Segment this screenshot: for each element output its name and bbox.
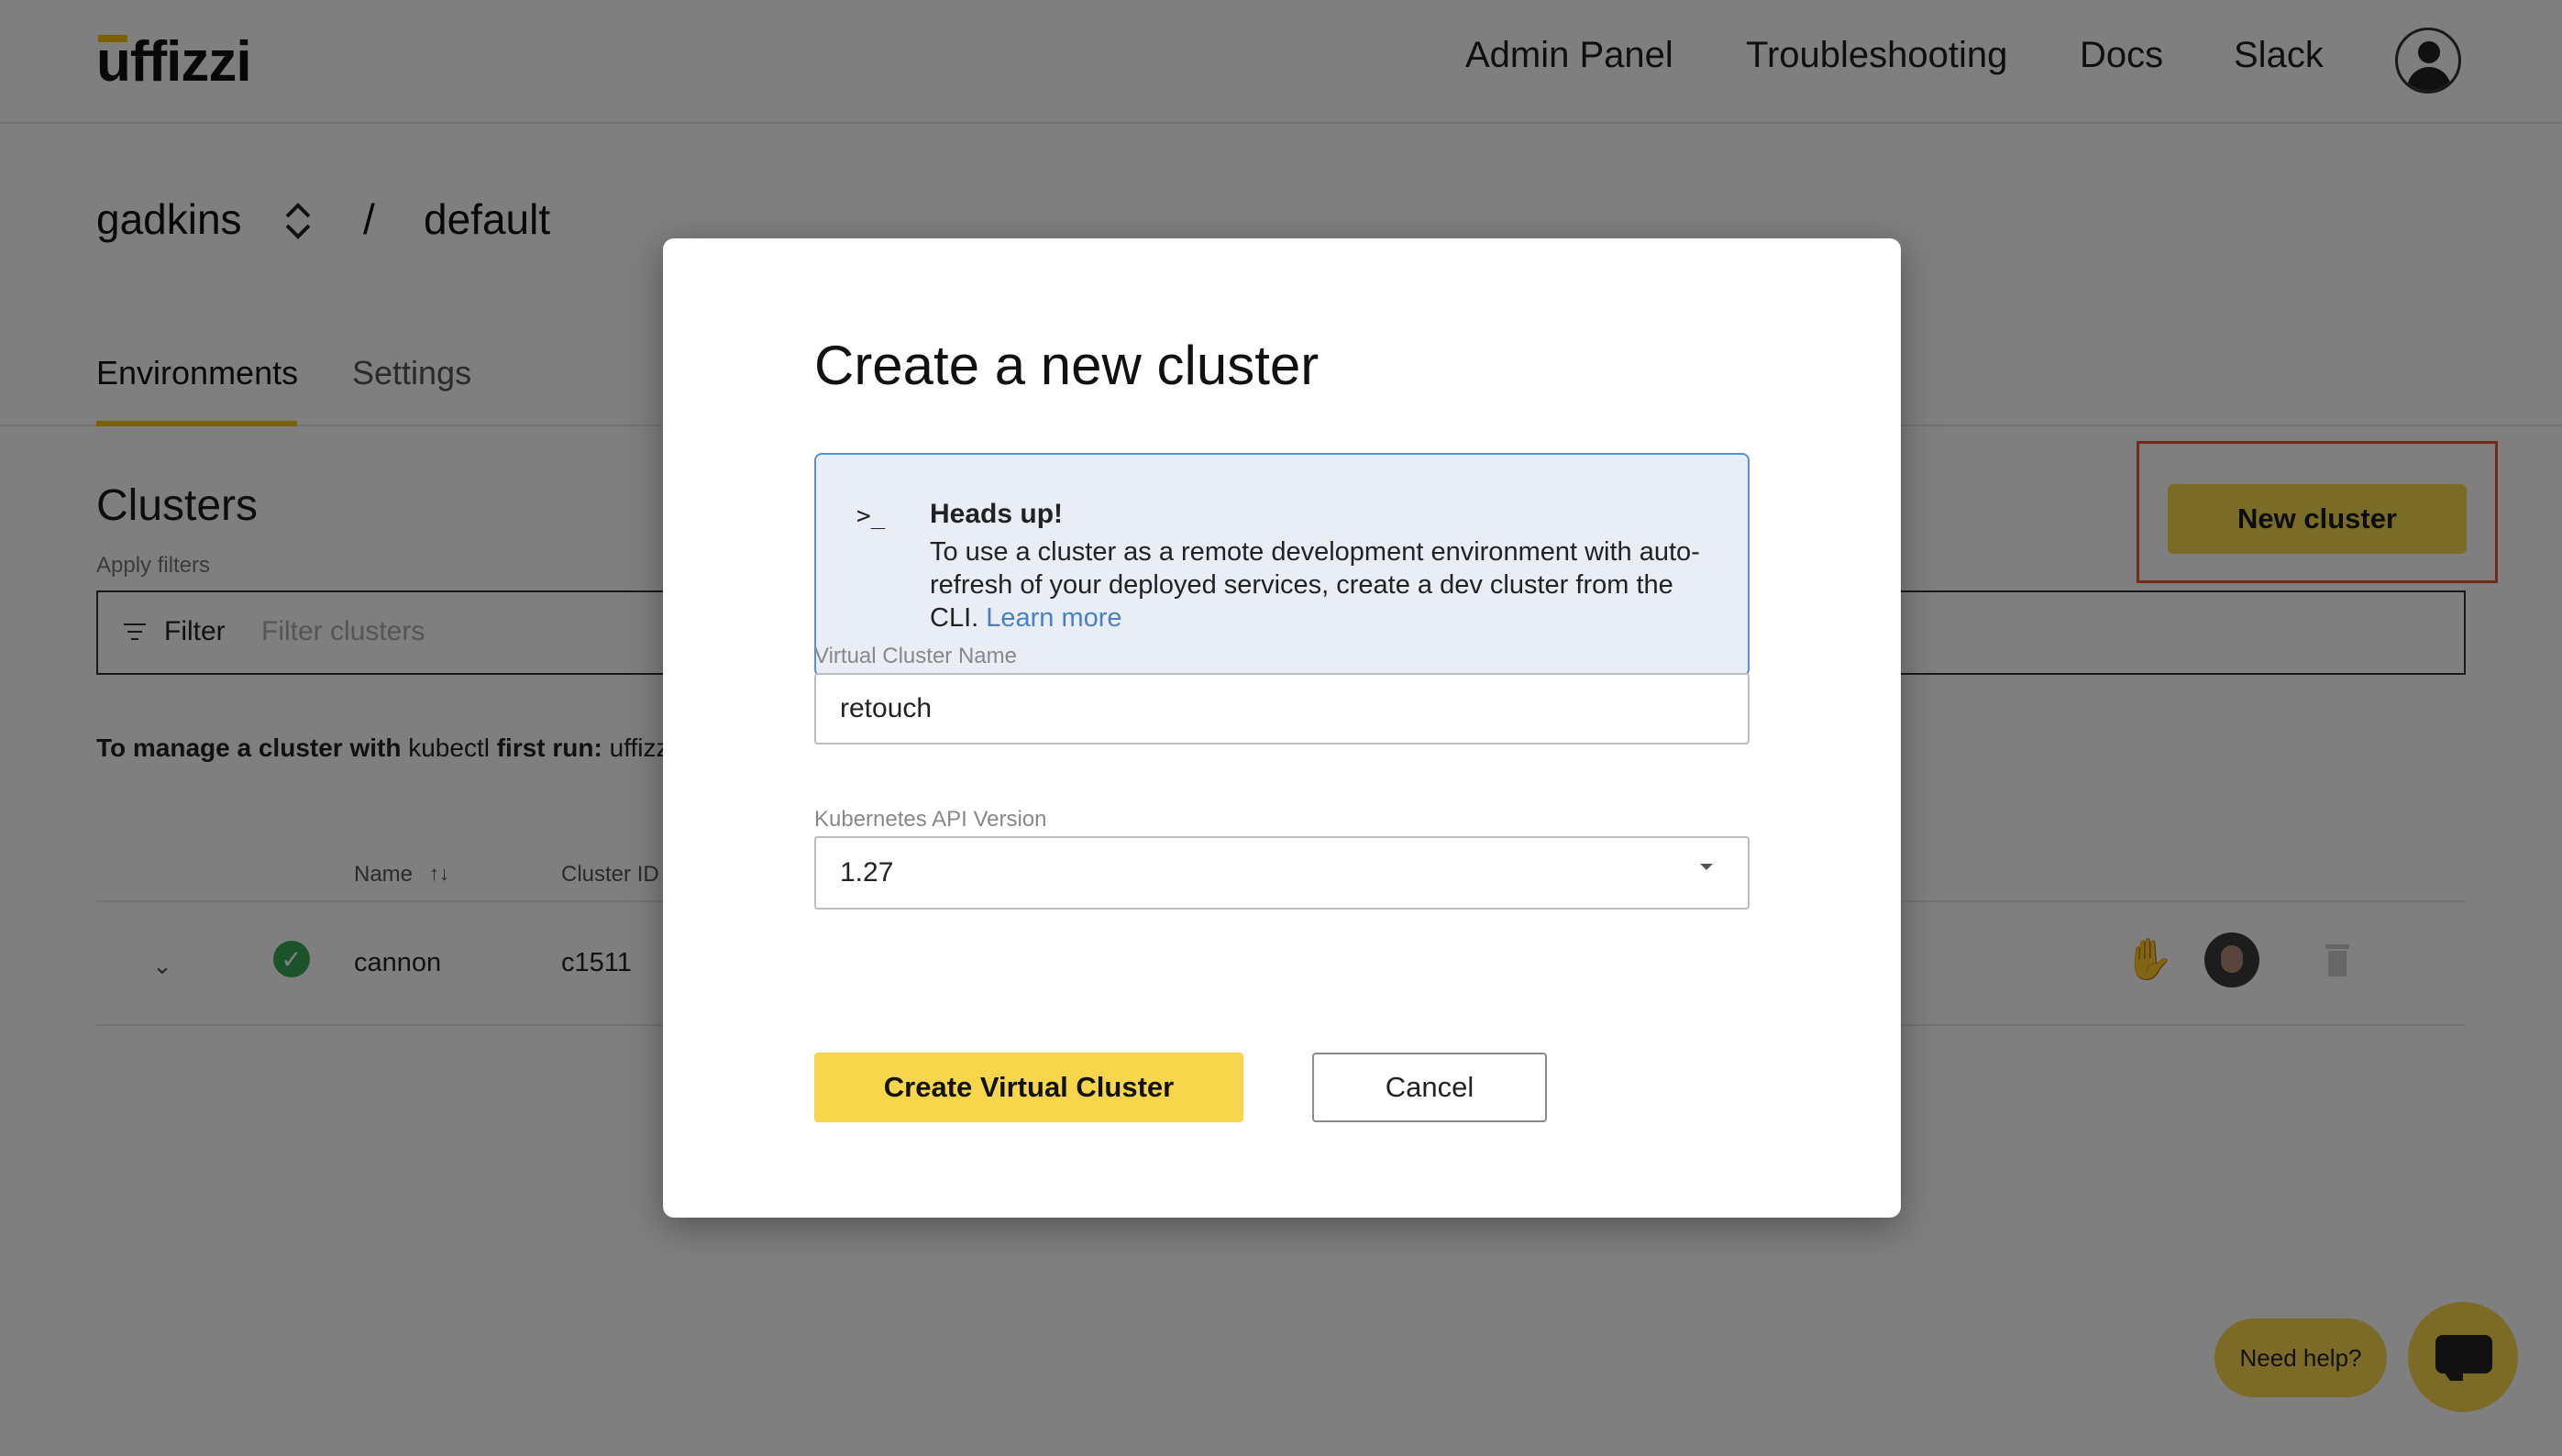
cluster-name-input[interactable]: retouch [814, 673, 1750, 745]
learn-more-link[interactable]: Learn more [986, 603, 1121, 633]
create-cluster-modal: Create a new cluster >_ Heads up! To use… [663, 238, 1901, 1218]
cluster-name-value: retouch [840, 693, 933, 723]
cluster-name-label: Virtual Cluster Name [814, 644, 1017, 668]
cancel-button[interactable]: Cancel [1312, 1053, 1547, 1122]
k8s-version-value: 1.27 [840, 857, 894, 888]
k8s-version-label: Kubernetes API Version [814, 807, 1047, 832]
alert-title: Heads up! [930, 499, 1064, 529]
create-virtual-cluster-button[interactable]: Create Virtual Cluster [814, 1053, 1243, 1122]
k8s-version-select[interactable]: 1.27 [814, 836, 1750, 910]
dropdown-arrow-icon [1700, 864, 1713, 870]
terminal-prompt-icon: >_ [856, 502, 886, 530]
alert-body: To use a cluster as a remote development… [930, 535, 1718, 634]
modal-title: Create a new cluster [814, 335, 1320, 396]
